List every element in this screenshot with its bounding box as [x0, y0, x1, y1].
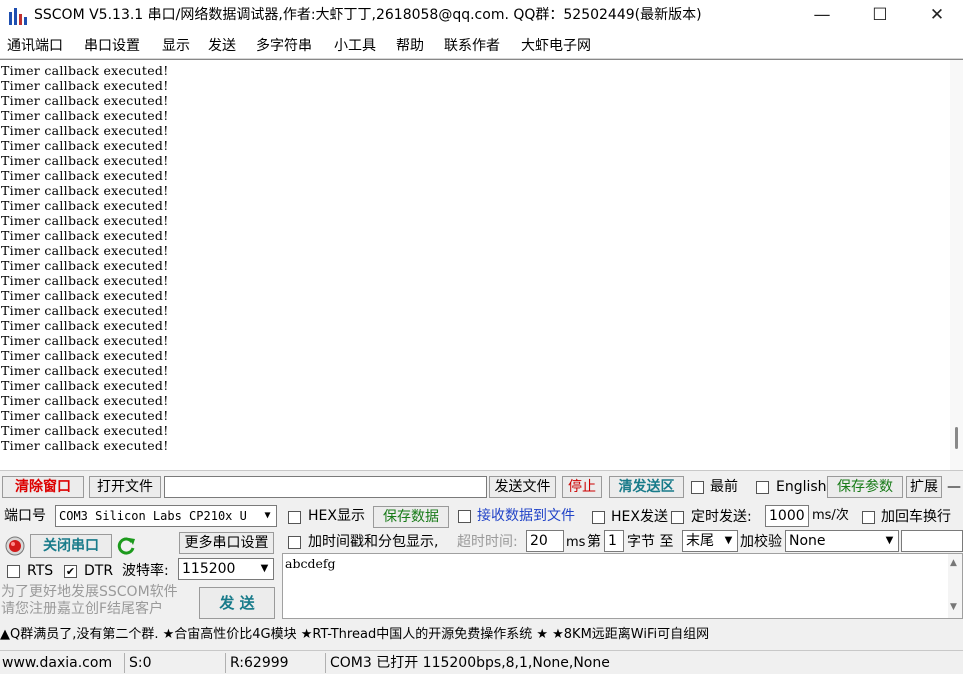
minimize-button[interactable]: —: [793, 0, 851, 33]
menu-display[interactable]: 显示: [162, 36, 190, 56]
rts-checkbox[interactable]: [7, 565, 20, 578]
receive-scrollbar[interactable]: [950, 60, 963, 470]
window-title: SSCOM V5.13.1 串口/网络数据调试器,作者:大虾丁丁,2618058…: [34, 7, 702, 23]
menu-daxia-website[interactable]: 大虾电子网: [521, 36, 591, 56]
byte-index-input[interactable]: 1: [604, 530, 624, 552]
save-params-button[interactable]: 保存参数: [827, 476, 903, 498]
file-path-input[interactable]: [164, 476, 487, 498]
timestamp-label: 加时间戳和分包显示,: [308, 534, 439, 550]
clear-window-button[interactable]: 清除窗口: [2, 476, 84, 498]
news-ticker[interactable]: ▲Q群满员了,没有第二个群. ★合宙高性价比4G模块 ★RT-Thread中国人…: [0, 624, 963, 646]
byte-end-select-value: 末尾: [686, 533, 714, 549]
title-bar: SSCOM V5.13.1 串口/网络数据调试器,作者:大虾丁丁,2618058…: [0, 0, 963, 33]
close-port-button[interactable]: 关闭串口: [30, 534, 112, 558]
status-received-count: R:62999: [225, 653, 326, 673]
send-button[interactable]: 发 送: [199, 587, 275, 619]
timestamp-checkbox[interactable]: [288, 536, 301, 549]
menu-tools[interactable]: 小工具: [334, 36, 376, 56]
topmost-label: 最前: [710, 479, 738, 495]
topmost-checkbox[interactable]: [691, 481, 704, 494]
baud-select[interactable]: 115200 ▼: [178, 558, 274, 580]
send-file-button[interactable]: 发送文件: [489, 476, 556, 498]
checksum-select-value: None: [789, 533, 826, 549]
hex-display-label: HEX显示: [308, 508, 365, 524]
rts-label: RTS: [27, 563, 54, 579]
send-text: abcdefg: [285, 556, 336, 571]
status-port-state: COM3 已打开 115200bps,8,1,None,None: [325, 653, 610, 673]
maximize-button[interactable]: ☐: [851, 0, 909, 33]
refresh-icon[interactable]: [117, 536, 137, 556]
timed-send-checkbox[interactable]: [671, 511, 684, 524]
dtr-checkbox[interactable]: ✔: [64, 565, 77, 578]
port-status-icon: [5, 536, 25, 556]
english-checkbox[interactable]: [756, 481, 769, 494]
menu-multi-string[interactable]: 多字符串: [256, 36, 312, 56]
receive-area[interactable]: Timer callback executed! Timer callback …: [0, 59, 963, 471]
add-crlf-checkbox[interactable]: [862, 511, 875, 524]
menu-send[interactable]: 发送: [208, 36, 236, 56]
timeout-input[interactable]: 20: [526, 530, 564, 552]
chevron-down-icon: ▼: [264, 510, 271, 521]
hex-send-label: HEX发送: [611, 509, 668, 525]
timed-interval-input[interactable]: 1000: [765, 505, 809, 527]
send-textarea[interactable]: abcdefg ▲ ▼: [282, 553, 963, 619]
port-select[interactable]: COM3 Silicon Labs CP210x U ▼: [55, 505, 277, 527]
baud-select-value: 115200: [182, 561, 236, 577]
checksum-extra-field[interactable]: [901, 530, 963, 552]
promo-line-1[interactable]: 为了更好地发展SSCOM软件: [1, 584, 178, 601]
add-crlf-label: 加回车换行: [881, 509, 951, 525]
checksum-select[interactable]: None ▼: [785, 530, 899, 552]
byte-prefix-label: 第: [587, 534, 601, 550]
chevron-down-icon: ▼: [724, 535, 733, 546]
dtr-label: DTR: [84, 563, 114, 579]
hex-display-checkbox[interactable]: [288, 511, 301, 524]
stop-button[interactable]: 停止: [562, 476, 602, 498]
status-sent-count: S:0: [124, 653, 225, 673]
baud-label: 波特率:: [122, 563, 169, 579]
collapse-icon[interactable]: —: [947, 477, 961, 497]
save-data-button[interactable]: 保存数据: [373, 506, 449, 528]
chevron-down-icon: ▼: [885, 535, 894, 546]
timed-send-label: 定时发送:: [691, 509, 752, 525]
status-website[interactable]: www.daxia.com: [0, 653, 112, 673]
menu-help[interactable]: 帮助: [396, 36, 424, 56]
send-scrollbar[interactable]: ▲ ▼: [948, 554, 962, 618]
timeout-unit-label: ms: [566, 535, 586, 550]
status-bar: www.daxia.com S:0 R:62999 COM3 已打开 11520…: [0, 650, 963, 674]
english-label: English: [776, 479, 827, 495]
byte-end-select[interactable]: 末尾 ▼: [682, 530, 738, 552]
more-serial-settings-button[interactable]: 更多串口设置: [179, 532, 274, 554]
menu-comm-port[interactable]: 通讯端口: [7, 36, 63, 56]
hex-send-checkbox[interactable]: [592, 511, 605, 524]
receive-log: Timer callback executed! Timer callback …: [1, 63, 169, 453]
promo-line-2[interactable]: 请您注册嘉立创F结尾客户: [1, 601, 163, 618]
menu-contact-author[interactable]: 联系作者: [444, 36, 500, 56]
scroll-down-icon[interactable]: ▼: [950, 602, 957, 612]
close-button[interactable]: ✕: [908, 0, 963, 33]
expand-button[interactable]: 扩展: [906, 476, 942, 498]
timeout-label: 超时时间:: [457, 534, 518, 550]
checksum-label: 加校验: [740, 534, 782, 550]
interval-unit-label: ms/次: [812, 508, 849, 523]
chevron-down-icon: ▼: [260, 563, 269, 574]
port-select-value: COM3 Silicon Labs CP210x U: [59, 509, 247, 523]
scrollbar-thumb[interactable]: [955, 427, 958, 449]
clear-send-area-button[interactable]: 清发送区: [609, 476, 684, 498]
byte-suffix-label: 字节 至: [627, 534, 674, 550]
app-logo-icon: [9, 8, 27, 25]
port-label: 端口号: [4, 508, 46, 524]
recv-to-file-checkbox[interactable]: [458, 510, 471, 523]
scroll-up-icon[interactable]: ▲: [950, 558, 957, 568]
menu-serial-settings[interactable]: 串口设置: [84, 36, 140, 56]
recv-to-file-label[interactable]: 接收数据到文件: [477, 506, 575, 526]
menu-bar: 通讯端口 串口设置 显示 发送 多字符串 小工具 帮助 联系作者 大虾电子网: [0, 33, 963, 59]
open-file-button[interactable]: 打开文件: [89, 476, 161, 498]
